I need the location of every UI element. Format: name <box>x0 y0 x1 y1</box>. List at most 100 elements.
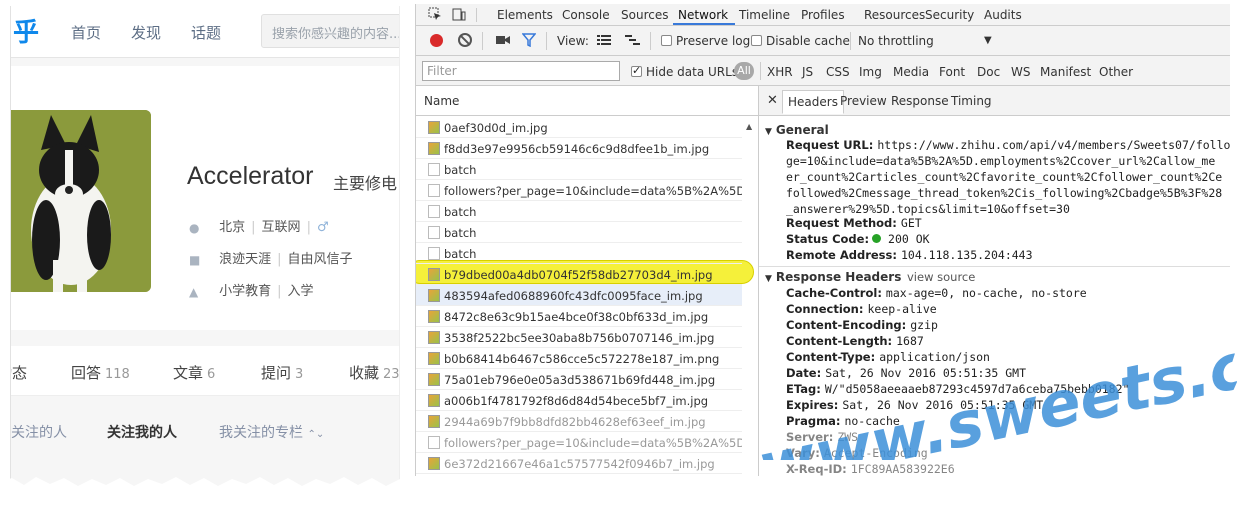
tab-questions[interactable]: 提问 3 <box>261 362 303 383</box>
tab-network[interactable]: Network <box>678 8 728 22</box>
inspect-element-icon[interactable] <box>428 7 442 21</box>
clear-button[interactable] <box>458 33 472 47</box>
request-name: b79dbed00a4db0704f52f58db27703d4_im.jpg <box>444 268 713 282</box>
profile-education-2[interactable]: 入学 <box>288 284 314 299</box>
tab-timeline[interactable]: Timeline <box>739 8 790 22</box>
page-scrollbar[interactable] <box>399 6 400 486</box>
request-row[interactable]: b0b68414b6467c586cce5c572278e187_im.png <box>416 348 742 369</box>
record-button[interactable] <box>430 34 443 47</box>
filter-css[interactable]: CSS <box>826 65 850 79</box>
zhihu-logo[interactable]: 乎 <box>13 12 39 49</box>
filter-ws[interactable]: WS <box>1011 65 1030 79</box>
tab-articles[interactable]: 文章 6 <box>173 362 215 383</box>
profile-education-1[interactable]: 小学教育 <box>219 284 271 299</box>
request-row[interactable]: 483594afed0688960fc43dfc0095face_im.jpg <box>416 285 742 306</box>
dropdown-arrow-icon[interactable]: ▼ <box>984 35 992 46</box>
request-name: batch <box>444 205 477 219</box>
device-mode-icon[interactable] <box>452 7 466 21</box>
nav-explore-link[interactable]: 发现 <box>131 22 161 43</box>
overview-waterfall-icon[interactable] <box>625 35 641 49</box>
document-file-icon <box>428 436 440 449</box>
filter-js[interactable]: JS <box>802 65 813 79</box>
filter-all-button[interactable]: All <box>734 62 754 80</box>
sort-up-icon[interactable]: ▲ <box>746 122 752 131</box>
request-row[interactable]: 0aef30d0d_im.jpg <box>416 117 742 138</box>
request-row[interactable]: batch <box>416 243 742 264</box>
camera-icon[interactable] <box>496 34 510 49</box>
name-column-header[interactable]: Name <box>416 86 758 116</box>
tab-headers[interactable]: Headers <box>782 90 844 114</box>
nav-topics-link[interactable]: 话题 <box>191 22 221 43</box>
tab-preview[interactable]: Preview <box>840 94 887 108</box>
filter-xhr[interactable]: XHR <box>767 65 793 79</box>
profile-career-1[interactable]: 浪迹天涯 <box>219 252 271 267</box>
filter-font[interactable]: Font <box>939 65 965 79</box>
profile-career-row: ■ 浪迹天涯 | 自由风信子 <box>189 248 353 267</box>
profile-card: Accelerator 主要修电 ● 北京 | 互联网 | ♂ ■ 浪迹天涯 | 自由风信子… <box>11 66 400 330</box>
request-row[interactable]: 75a01eb796e0e05a3d538671b69fd448_im.jpg <box>416 369 742 390</box>
filter-media[interactable]: Media <box>893 65 929 79</box>
subtab-columns[interactable]: 我关注的专栏 ⌃⌄ <box>219 422 324 442</box>
request-row[interactable]: batch <box>416 201 742 222</box>
general-section-header[interactable]: ▼ General <box>765 123 829 137</box>
tab-security[interactable]: Security <box>925 8 974 22</box>
filter-manifest[interactable]: Manifest <box>1040 65 1091 79</box>
profile-career-2[interactable]: 自由风信子 <box>288 252 353 267</box>
tab-collections[interactable]: 收藏 23 <box>349 362 400 383</box>
response-header-row: Vary: Accept-Encoding <box>786 446 928 460</box>
image-file-icon <box>428 121 440 134</box>
filter-other[interactable]: Other <box>1099 65 1133 79</box>
disable-cache-checkbox[interactable]: Disable cache <box>751 34 850 48</box>
tab-resources[interactable]: Resources <box>864 8 925 22</box>
tab-activity[interactable]: 动态 <box>11 362 27 383</box>
filter-funnel-icon[interactable] <box>521 33 537 50</box>
image-file-icon <box>428 394 440 407</box>
filter-img[interactable]: Img <box>859 65 882 79</box>
request-name: 0aef30d0d_im.jpg <box>444 121 548 135</box>
request-row[interactable]: followers?per_page=10&include=data%5B%2A… <box>416 432 742 453</box>
throttling-select[interactable]: No throttling <box>858 34 934 48</box>
tab-response[interactable]: Response <box>891 94 949 108</box>
remote-address-row: Remote Address: 104.118.135.204:443 <box>786 248 1033 262</box>
view-source-link[interactable]: view source <box>907 270 975 284</box>
tab-audits[interactable]: Audits <box>984 8 1022 22</box>
request-row[interactable]: 2944a69b7f9bb8dfd82bb4628ef63eef_im.jpg <box>416 411 742 432</box>
hide-data-urls-checkbox[interactable]: Hide data URLs <box>631 64 738 79</box>
preserve-log-checkbox[interactable]: Preserve log <box>661 34 750 48</box>
profile-location[interactable]: 北京 <box>219 220 245 235</box>
request-row[interactable]: b79dbed00a4db0704f52f58db27703d4_im.jpg <box>416 264 742 285</box>
response-headers-section-header[interactable]: ▼ Response Headers <box>765 270 901 284</box>
request-row[interactable]: 3538f2522bc5ee30aba8b756b0707146_im.jpg <box>416 327 742 348</box>
tab-timing[interactable]: Timing <box>951 94 992 108</box>
tab-sources[interactable]: Sources <box>621 8 668 22</box>
tab-elements[interactable]: Elements <box>497 8 553 22</box>
request-name: 3538f2522bc5ee30aba8b756b0707146_im.jpg <box>444 331 715 345</box>
graduation-cap-icon: ▲ <box>189 285 199 299</box>
profile-industry[interactable]: 互联网 <box>262 220 301 235</box>
filter-doc[interactable]: Doc <box>977 65 1000 79</box>
large-rows-icon[interactable] <box>597 35 611 49</box>
request-row[interactable]: batch <box>416 159 742 180</box>
avatar[interactable] <box>11 110 151 292</box>
request-row[interactable]: a006b1f4781792f8d6d84d54bece5bf7_im.jpg <box>416 390 742 411</box>
subtab-followers[interactable]: 关注我的人 <box>107 422 177 442</box>
request-row-selected[interactable]: followers?per_page=10&include=data%5B%2A… <box>416 180 742 201</box>
divider <box>482 32 483 50</box>
subtab-following[interactable]: 我关注的人 <box>11 422 67 442</box>
filter-input[interactable]: Filter <box>422 61 620 81</box>
request-row[interactable]: f8dd3e97e9956cb59146c6c9d8dfee1b_im.jpg <box>416 138 742 159</box>
request-name: 8472c8e63c9b15ae4bce0f38c0bf633d_im.jpg <box>444 310 709 324</box>
tab-console[interactable]: Console <box>562 8 610 22</box>
close-icon[interactable]: ✕ <box>767 93 778 108</box>
request-row[interactable]: 6e372d21667e46a1c57577542f0946b7_im.jpg <box>416 453 742 474</box>
search-input[interactable]: 搜索你感兴趣的内容... <box>261 14 400 48</box>
nav-home-link[interactable]: 首页 <box>71 22 101 43</box>
checkbox-icon <box>661 35 672 46</box>
tab-answers[interactable]: 回答 118 <box>71 362 130 383</box>
request-row[interactable]: 8472c8e63c9b15ae4bce0f38c0bf633d_im.jpg <box>416 306 742 327</box>
image-file-icon <box>428 268 440 281</box>
response-header-row: Cache-Control: max-age=0, no-cache, no-st… <box>786 286 1087 300</box>
profile-name: Accelerator <box>187 162 314 190</box>
tab-profiles[interactable]: Profiles <box>801 8 845 22</box>
request-row[interactable]: batch <box>416 222 742 243</box>
